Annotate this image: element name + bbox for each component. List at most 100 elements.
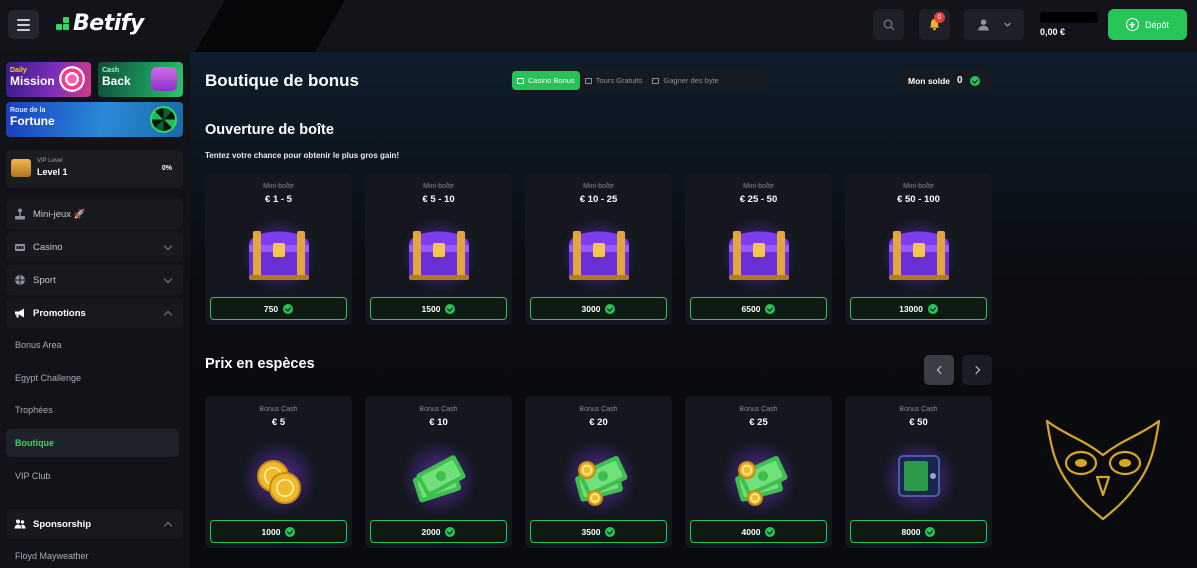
buy-button[interactable]: 4000: [690, 520, 827, 543]
casino-icon: [15, 244, 25, 251]
cash-prize-card[interactable]: Bonus Cash € 5 1000: [205, 396, 352, 548]
sidebar-subitem-egypt-challenge[interactable]: Egypt Challenge: [6, 364, 179, 392]
cash-prize-card[interactable]: Bonus Cash € 20 3500: [525, 396, 672, 548]
sidebar-item-mini-games[interactable]: Mini-jeux 🚀: [6, 199, 183, 229]
menu-icon-line: [17, 18, 30, 21]
buy-button[interactable]: 750: [210, 297, 347, 320]
card-category: Mini-boîte: [903, 183, 934, 190]
price-value: 6500: [741, 303, 761, 314]
sidebar-subitem-label: VIP Club: [15, 471, 51, 481]
card-category: Bonus Cash: [899, 406, 938, 413]
deposit-button[interactable]: Dépôt: [1108, 9, 1187, 40]
price-value: 3000: [581, 303, 601, 314]
buy-button[interactable]: 3000: [530, 297, 667, 320]
tab-casino-bonus[interactable]: Casino Bonus: [512, 71, 580, 90]
page-title: Boutique de bonus: [205, 71, 359, 90]
bonus-tabs: Casino Bonus Tours Gratuits Gagner des b…: [510, 69, 768, 92]
my-balance: Mon solde 0: [899, 69, 991, 92]
tab-earn-bytes[interactable]: Gagner des byte: [647, 71, 723, 90]
vip-level: Level 1: [37, 167, 68, 177]
mystery-box-card[interactable]: Mini-boîte € 10 - 25 3000: [525, 173, 672, 325]
chevron-up-icon: [163, 521, 173, 531]
search-button[interactable]: [873, 9, 904, 40]
cash-prize-card[interactable]: Bonus Cash € 25 4000: [685, 396, 832, 548]
daily-mission-banner[interactable]: Daily Mission: [6, 62, 91, 97]
sidebar: Daily Mission Cash Back Roue de la Fortu…: [0, 52, 190, 568]
card-category: Mini-boîte: [743, 183, 774, 190]
price-value: 1000: [261, 526, 281, 537]
buy-button[interactable]: 8000: [850, 520, 987, 543]
banknotes-icon: [399, 436, 479, 516]
fortune-wheel-banner[interactable]: Roue de la Fortune: [6, 102, 183, 137]
cashback-banner[interactable]: Cash Back: [98, 62, 183, 97]
sidebar-item-sponsorship[interactable]: Sponsorship: [6, 509, 183, 539]
buy-button[interactable]: 6500: [690, 297, 827, 320]
chevron-down-icon: [1003, 22, 1011, 27]
vip-level-card[interactable]: VIP Level Level 1 0%: [6, 150, 183, 188]
card-cash-amount: € 25: [749, 417, 768, 428]
price-value: 4000: [741, 526, 761, 537]
sidebar-subitem-vip-club[interactable]: VIP Club: [6, 462, 179, 490]
sidebar-item-casino[interactable]: Casino: [6, 232, 183, 262]
byte-coin-icon: [445, 526, 456, 537]
logo-text: Betify: [73, 11, 144, 36]
tab-label: Tours Gratuits: [595, 76, 643, 85]
sidebar-item-label: Mini-jeux 🚀: [33, 208, 86, 220]
notifications-button[interactable]: 0: [919, 9, 950, 40]
mystery-box-card[interactable]: Mini-boîte € 25 - 50 6500: [685, 173, 832, 325]
carousel-prev-button[interactable]: [924, 355, 954, 385]
price-value: 3500: [581, 526, 601, 537]
balance-value: 0: [957, 75, 963, 86]
price-value: 8000: [901, 526, 921, 537]
card-prize-range: € 5 - 10: [422, 194, 455, 205]
buy-button[interactable]: 1500: [370, 297, 507, 320]
byte-coin-icon: [765, 526, 776, 537]
joystick-icon: [15, 208, 25, 220]
logo[interactable]: Betify: [56, 11, 144, 36]
card-cash-amount: € 20: [589, 417, 608, 428]
byte-coin-icon: [765, 303, 776, 314]
card-category: Mini-boîte: [583, 183, 614, 190]
carousel-next-button[interactable]: [962, 355, 992, 385]
sidebar-subitem-boutique[interactable]: Boutique: [6, 429, 179, 457]
price-value: 13000: [899, 303, 923, 314]
search-icon: [883, 19, 894, 30]
top-bar: Betify 0 0,00 € Dépôt: [0, 0, 1197, 52]
sidebar-subitem-floyd-mayweather[interactable]: Floyd Mayweather: [6, 542, 179, 568]
users-icon: [14, 519, 26, 529]
card-category: Mini-boîte: [423, 183, 454, 190]
mystery-box-card[interactable]: Mini-boîte € 1 - 5 750: [205, 173, 352, 325]
banknotes-coins-icon: [719, 436, 799, 516]
cash-prize-card[interactable]: Bonus Cash € 50 8000: [845, 396, 992, 548]
card-cash-amount: € 10: [429, 417, 448, 428]
sidebar-item-sport[interactable]: Sport: [6, 265, 183, 295]
megaphone-icon: [15, 308, 24, 318]
treasure-chest-icon: [719, 213, 799, 293]
sidebar-subitem-label: Egypt Challenge: [15, 373, 82, 383]
mystery-box-card[interactable]: Mini-boîte € 50 - 100 13000: [845, 173, 992, 325]
buy-button[interactable]: 2000: [370, 520, 507, 543]
ball-icon: [15, 275, 25, 285]
cash-prize-card[interactable]: Bonus Cash € 10 2000: [365, 396, 512, 548]
buy-button[interactable]: 3500: [530, 520, 667, 543]
treasure-chest-icon: [559, 213, 639, 293]
chevron-down-icon: [163, 274, 173, 284]
sidebar-item-promotions[interactable]: Promotions: [6, 298, 183, 328]
mystery-box-card[interactable]: Mini-boîte € 5 - 10 1500: [365, 173, 512, 325]
buy-button[interactable]: 13000: [850, 297, 987, 320]
sidebar-subitem-label: Boutique: [15, 438, 54, 448]
byte-coin-icon: [969, 75, 980, 86]
user-menu-button[interactable]: [964, 9, 1024, 40]
byte-coin-icon: [283, 303, 294, 314]
tab-free-spins[interactable]: Tours Gratuits: [580, 71, 648, 90]
buy-button[interactable]: 1000: [210, 520, 347, 543]
sidebar-item-label: Casino: [33, 241, 63, 253]
sidebar-subitem-trophees[interactable]: Trophées: [6, 396, 179, 424]
sidebar-item-label: Sponsorship: [33, 518, 92, 530]
menu-button[interactable]: [8, 10, 39, 39]
chevron-left-icon: [936, 365, 945, 375]
sidebar-subitem-bonus-area[interactable]: Bonus Area: [6, 331, 179, 359]
balance-amount: 0,00 €: [1040, 27, 1066, 37]
price-value: 1500: [421, 303, 441, 314]
byte-coin-icon: [605, 526, 616, 537]
